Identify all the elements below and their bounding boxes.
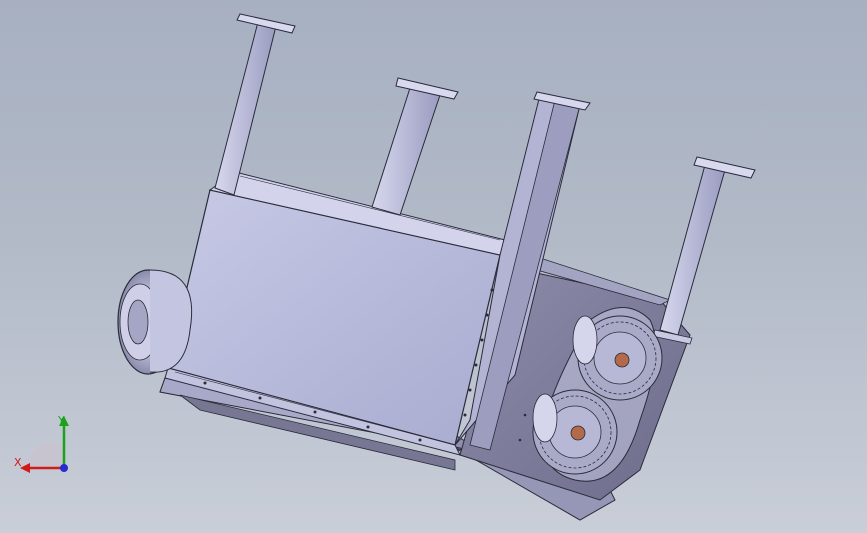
- support-post-4: [651, 156, 756, 345]
- support-post-1: [214, 13, 296, 196]
- graphics-viewport[interactable]: Y X: [0, 0, 867, 533]
- x-axis-label: X: [14, 456, 22, 469]
- 3d-model-view[interactable]: [0, 0, 867, 533]
- inlet-spool: [117, 269, 193, 375]
- y-axis-label: Y: [57, 414, 65, 427]
- z-axis-dot: [60, 464, 68, 472]
- orientation-triad: Y X: [14, 414, 69, 473]
- support-post-2: [371, 77, 459, 216]
